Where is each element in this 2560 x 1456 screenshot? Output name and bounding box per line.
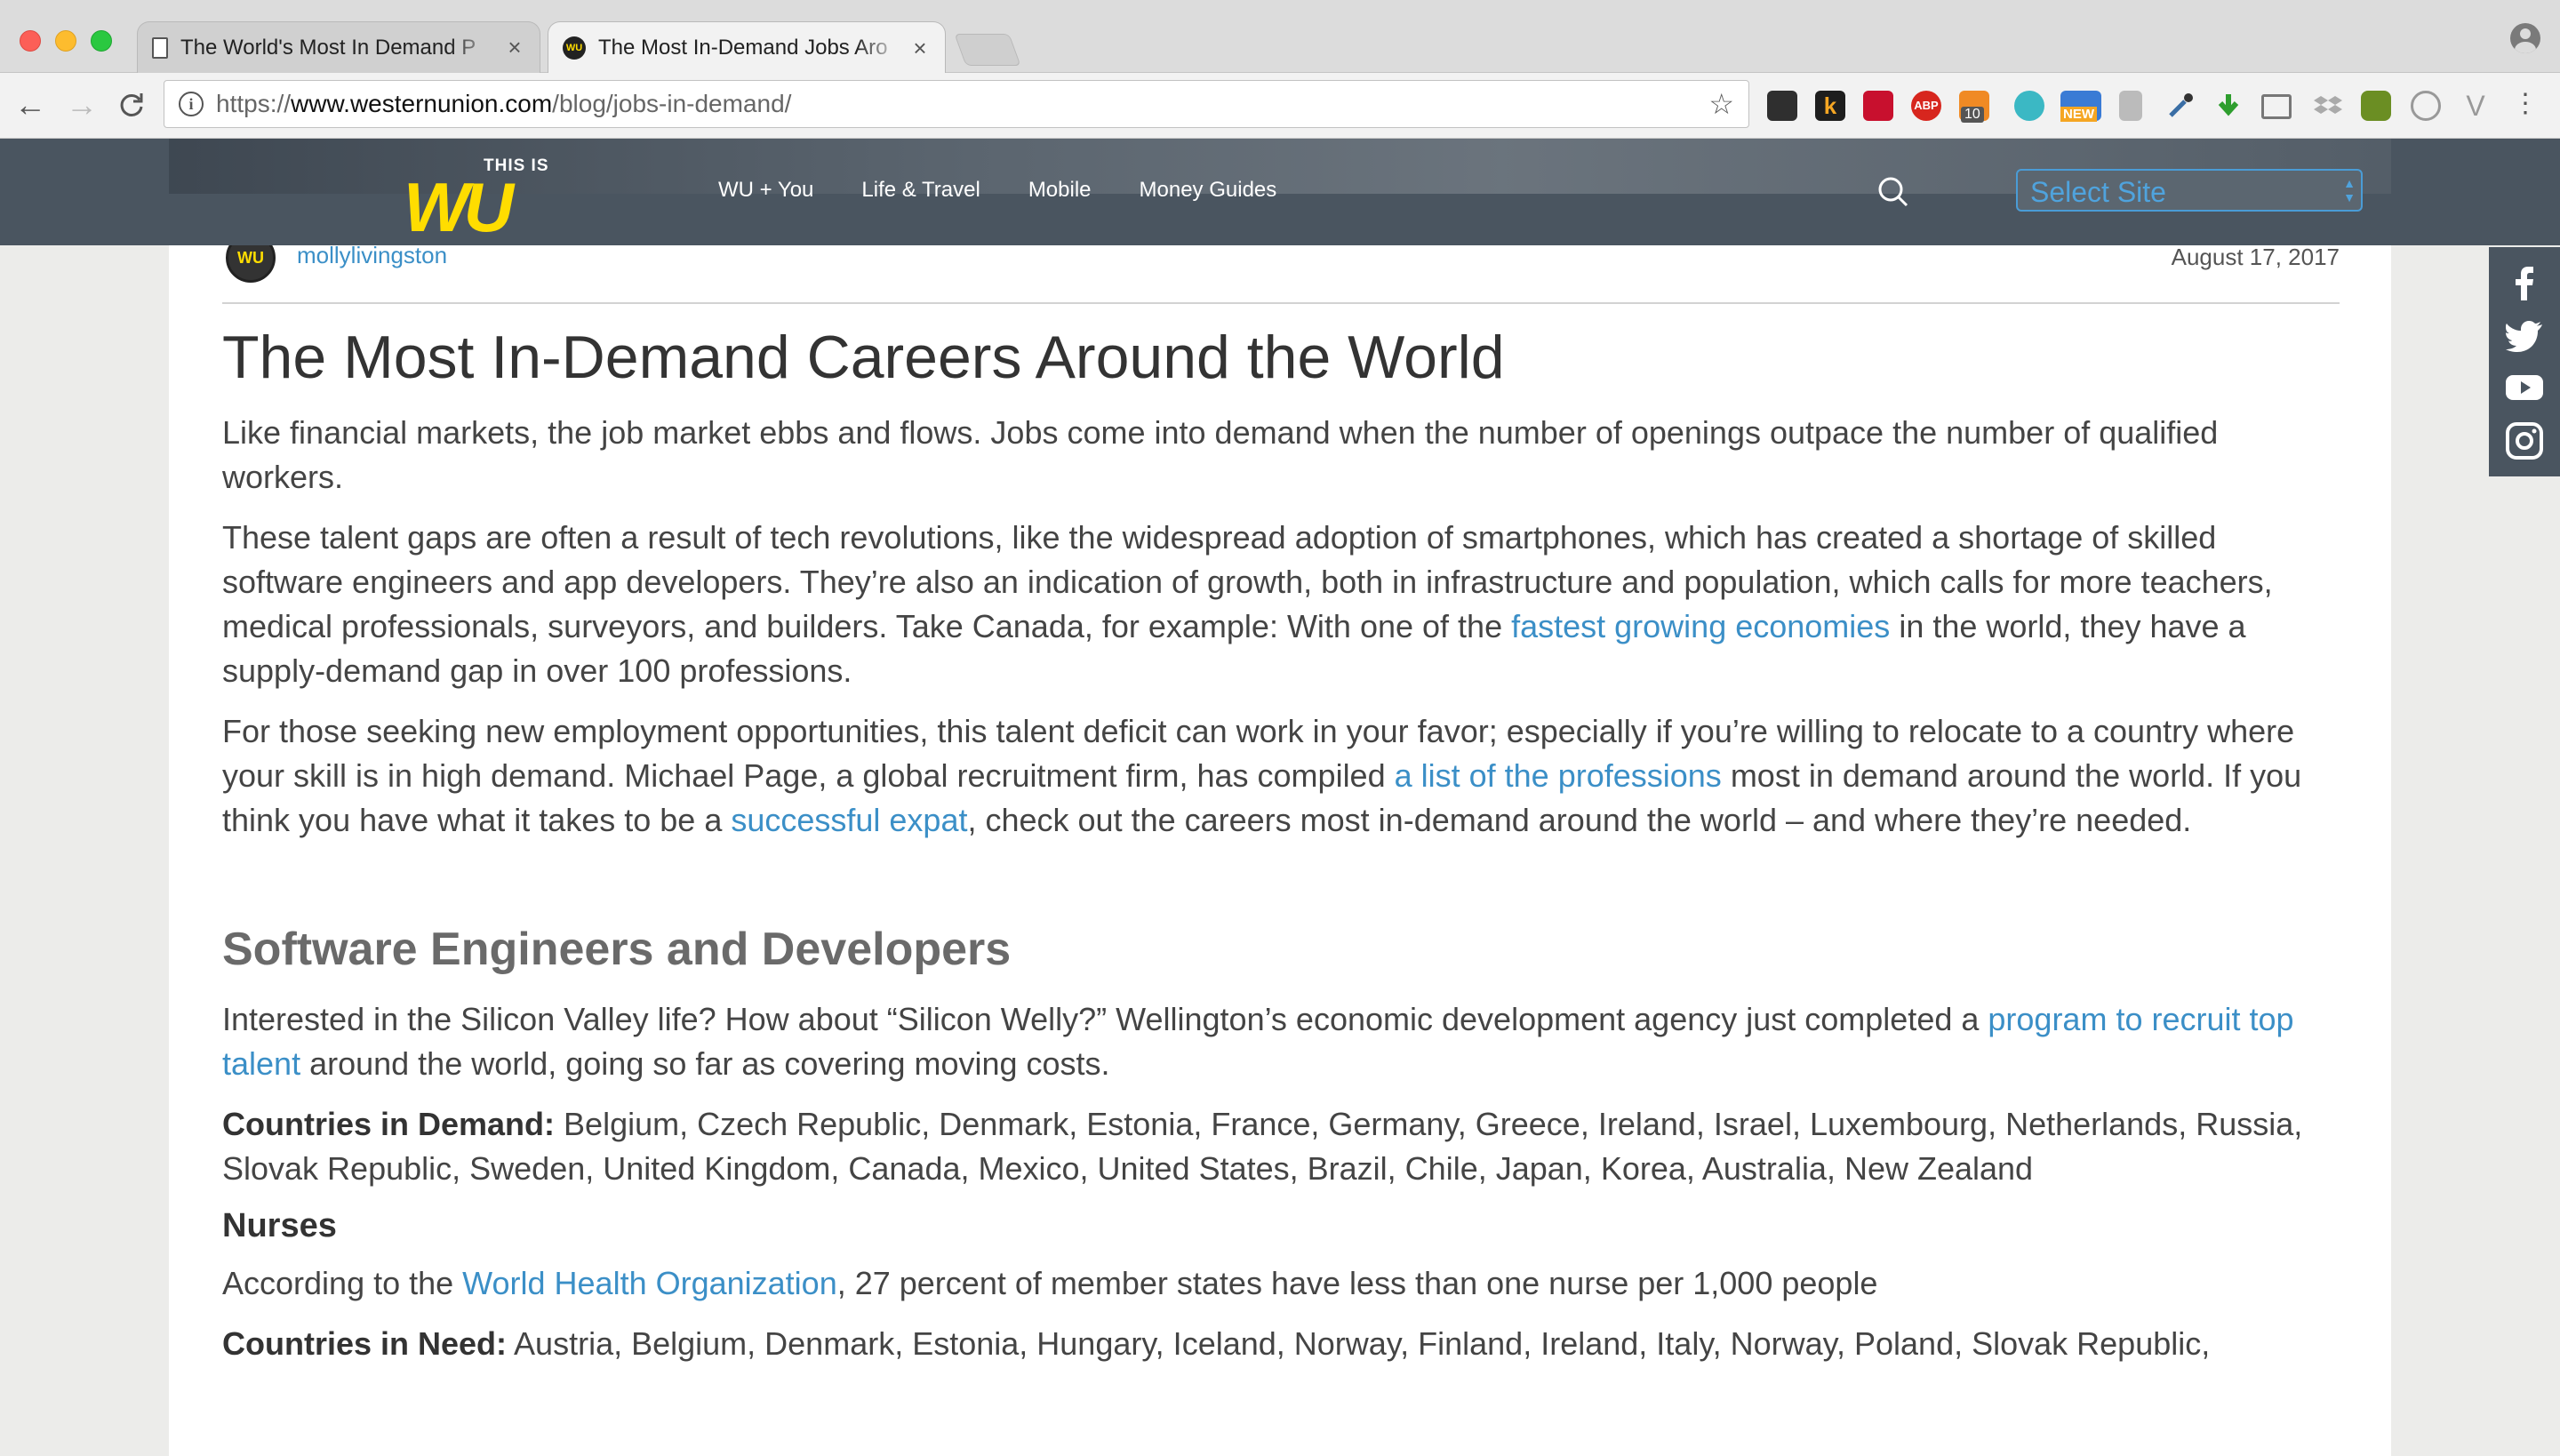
browser-tab[interactable]: The World's Most In Demand P × — [137, 21, 540, 73]
link-list-of-professions[interactable]: a list of the professions — [1395, 757, 1722, 794]
text-span: around the world, going so far as coveri… — [300, 1044, 1110, 1082]
lastpass-icon[interactable] — [1863, 91, 1893, 121]
evernote-icon[interactable] — [1767, 91, 1797, 121]
text-span: , 27 percent of member states have less … — [836, 1264, 1878, 1301]
section-heading-software: Software Engineers and Developers — [222, 923, 1012, 975]
paragraph-countries-need: Countries in Need: Austria, Belgium, Den… — [222, 1322, 2340, 1366]
k-icon[interactable]: k — [1815, 91, 1845, 121]
new-badge: NEW — [2060, 107, 2097, 122]
dropbox-icon[interactable] — [2313, 91, 2343, 121]
profile-icon[interactable] — [2510, 23, 2540, 53]
main-nav: WU + You Life & Travel Mobile Money Guid… — [718, 178, 1276, 203]
paragraph-who: According to the World Health Organizati… — [222, 1261, 2340, 1306]
countries-label: Countries in Need: — [222, 1324, 508, 1362]
download-icon[interactable] — [2213, 91, 2244, 121]
adblock-icon[interactable]: ABP — [1911, 91, 1941, 121]
back-button[interactable]: ← — [12, 86, 48, 123]
address-bar[interactable]: i https://www.westernunion.com/blog/jobs… — [164, 80, 1749, 128]
browser-toolbar: ← → i https://www.westernunion.com/blog/… — [0, 73, 2560, 139]
more-icon[interactable]: ⋮ — [2512, 91, 2539, 121]
tab-close-icon[interactable]: × — [909, 35, 931, 62]
link-fastest-growing-economies[interactable]: fastest growing economies — [1511, 608, 1890, 644]
info-icon[interactable]: i — [179, 92, 204, 116]
text-span: According to the — [222, 1264, 463, 1301]
search-icon[interactable] — [1877, 176, 1909, 208]
post-date: August 17, 2017 — [2171, 244, 2340, 270]
vee-icon[interactable]: V — [2460, 91, 2491, 121]
wu-logo[interactable]: THIS IS WU — [398, 153, 549, 242]
reload-button[interactable] — [114, 87, 149, 123]
facebook-icon[interactable] — [2505, 263, 2544, 302]
wu-favicon-icon: WU — [563, 36, 586, 60]
text-span: , check out the careers most in-demand a… — [967, 801, 2192, 838]
paragraph-silicon-welly: Interested in the Silicon Valley life? H… — [222, 997, 2340, 1086]
minimize-window-button[interactable] — [55, 30, 76, 52]
bookmark-icon[interactable] — [2119, 91, 2142, 121]
url-text: https://www.westernunion.com/blog/jobs-i… — [216, 90, 792, 117]
link-who[interactable]: World Health Organization — [462, 1265, 837, 1301]
m-icon[interactable] — [2014, 91, 2044, 121]
article-body: The Most In-Demand Careers Around the Wo… — [222, 322, 2340, 1382]
article-title: The Most In-Demand Careers Around the Wo… — [222, 324, 1505, 391]
reload-icon — [120, 93, 143, 116]
logo-mark: WU — [404, 168, 514, 246]
cast-icon[interactable] — [2261, 94, 2292, 119]
twitter-icon[interactable] — [2505, 316, 2544, 356]
youtube-icon[interactable] — [2505, 368, 2544, 407]
countries-list: Austria, Belgium, Denmark, Estonia, Hung… — [507, 1324, 2211, 1362]
browser-tab-active[interactable]: WU The Most In-Demand Jobs Aro × — [548, 21, 946, 74]
social-sidebar — [2489, 247, 2560, 476]
site-selector-placeholder: Select Site — [2030, 176, 2166, 208]
close-window-button[interactable] — [20, 30, 41, 52]
nav-life-travel[interactable]: Life & Travel — [861, 178, 980, 203]
gear-icon[interactable] — [2411, 91, 2441, 121]
divider — [222, 302, 2340, 304]
paragraph-talent-gaps: These talent gaps are often a result of … — [222, 516, 2340, 693]
nav-mobile[interactable]: Mobile — [1028, 178, 1092, 203]
countries-label: Countries in Demand: — [222, 1105, 556, 1142]
paragraph-opportunities: For those seeking new employment opportu… — [222, 709, 2340, 843]
text-span: Interested in the Silicon Valley life? H… — [222, 1000, 1988, 1037]
browser-tab-bar: The World's Most In Demand P × WU The Mo… — [0, 0, 2560, 74]
new-tab-button[interactable] — [954, 34, 1021, 66]
tab-close-icon[interactable]: × — [504, 34, 525, 61]
eyedropper-icon[interactable] — [2165, 91, 2196, 121]
paragraph-intro: Like financial markets, the job market e… — [222, 413, 2219, 495]
document-icon — [152, 36, 168, 59]
new-icon[interactable]: NEW — [2060, 91, 2101, 122]
zoom-window-button[interactable] — [91, 30, 112, 52]
nav-money-guides[interactable]: Money Guides — [1140, 178, 1277, 203]
tab-title: The Most In-Demand Jobs Aro — [598, 36, 888, 60]
badge-count: 10 — [1961, 107, 1984, 123]
chevron-updown-icon: ▲ ▼ — [2343, 176, 2356, 204]
bookmark-star-icon[interactable]: ☆ — [1708, 87, 1734, 121]
instagram-icon[interactable] — [2505, 421, 2544, 460]
sun-icon[interactable] — [2361, 91, 2391, 121]
paragraph-countries-demand: Countries in Demand: Belgium, Czech Repu… — [222, 1102, 2340, 1191]
forward-button[interactable]: → — [64, 86, 100, 123]
section-heading-nurses: Nurses — [222, 1206, 337, 1244]
badge-10-icon[interactable]: 10 — [1959, 91, 1989, 123]
nav-wu-you[interactable]: WU + You — [718, 178, 813, 203]
tab-title: The World's Most In Demand P — [180, 35, 476, 60]
link-successful-expat[interactable]: successful expat — [731, 802, 967, 838]
site-selector[interactable]: Select Site ▲ ▼ — [2016, 169, 2363, 212]
